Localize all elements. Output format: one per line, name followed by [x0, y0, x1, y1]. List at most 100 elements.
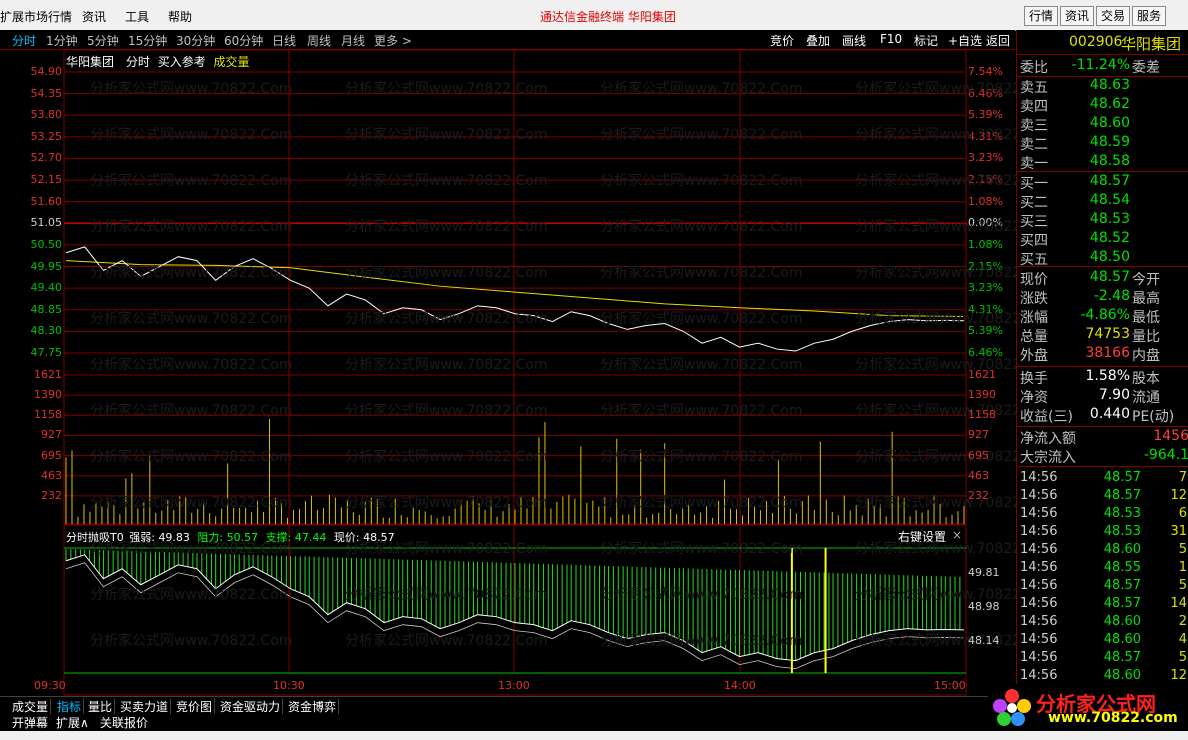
volume-tick-left: 695 [41, 448, 62, 462]
menu-news[interactable]: 资讯 [82, 8, 106, 25]
bottom-tabs: 成交量 指标 量比 买卖力道 竞价图 资金驱动力 资金博弈 [0, 696, 990, 715]
trade-button[interactable]: 交易 [1096, 6, 1131, 26]
stat2-row-label2: 流通 [1132, 390, 1160, 406]
bid-row-label: 买四 [1020, 233, 1048, 249]
time-tick: 15:00 [934, 679, 966, 692]
service-button[interactable]: 服务 [1132, 6, 1167, 26]
period-1min[interactable]: 1分钟 [46, 32, 78, 49]
menu-help[interactable]: 帮助 [168, 8, 192, 25]
period-30min[interactable]: 30分钟 [176, 32, 215, 49]
auction-button[interactable]: 竞价 [770, 32, 794, 49]
bid-row: 买一 48.57 [1017, 173, 1188, 192]
weibi-value: -11.24% [1071, 57, 1130, 73]
price-tick-left: 49.40 [30, 281, 63, 295]
watermark-text: 分析家公式网www.70822.Com [600, 541, 803, 557]
watermark-text: 分析家公式网www.70822.Com [600, 265, 803, 281]
watermark-text: 分析家公式网www.70822.Com [90, 311, 293, 327]
price-tick-left: 51.60 [30, 194, 63, 208]
volume-tick-left: 463 [41, 468, 62, 482]
period-5min[interactable]: 5分钟 [87, 32, 119, 49]
watermark-text: 分析家公式网www.70822.Com [345, 357, 548, 373]
period-month[interactable]: 月线 [341, 32, 365, 49]
toggle-extend[interactable]: 扩展∧ [56, 714, 89, 731]
price-tick-left: 54.35 [30, 86, 63, 100]
toggle-danmaku[interactable]: 开弹幕 [12, 714, 48, 731]
stat-row: 涨幅 -4.86% 最低 [1017, 307, 1188, 326]
period-week[interactable]: 周线 [307, 32, 331, 49]
tick-time: 14:56 [1020, 470, 1058, 485]
volume-tick-left: 927 [41, 428, 62, 442]
period-60min[interactable]: 60分钟 [224, 32, 263, 49]
tick-row: 14:56 48.57 5 [1017, 578, 1188, 596]
watermark-text: 分析家公式网www.70822.Com [90, 81, 293, 97]
quote-button[interactable]: 行情 [1024, 6, 1059, 26]
ask-row-label: 卖五 [1020, 80, 1048, 96]
menu-tools[interactable]: 工具 [125, 8, 149, 25]
tick-time: 14:56 [1020, 650, 1058, 665]
tick-volume: 12 [1170, 668, 1187, 683]
volume-tick-left: 1621 [34, 368, 62, 381]
stat2-row-value: 1.58% [1085, 368, 1130, 384]
news-button[interactable]: 资讯 [1060, 6, 1095, 26]
price-tick-left: 49.95 [30, 259, 63, 273]
tick-row: 14:56 48.57 14 [1017, 596, 1188, 614]
menu-extended-market[interactable]: 扩展市场行情 [0, 8, 72, 25]
chart-mode: 分时 [125, 55, 150, 69]
period-more[interactable]: 更多 > [374, 32, 412, 49]
related-quote[interactable]: 关联报价 [100, 714, 148, 731]
tick-time: 14:56 [1020, 668, 1058, 683]
tab-volume[interactable]: 成交量 [10, 698, 52, 715]
tick-row: 14:56 48.53 31 [1017, 524, 1188, 542]
stat-row: 总量 74753 量比 [1017, 326, 1188, 345]
tab-auction-chart[interactable]: 竞价图 [174, 698, 216, 715]
watermark-text: 分析家公式网www.70822.Com [345, 449, 548, 465]
tab-buy-sell-force[interactable]: 买卖力道 [118, 698, 172, 715]
watermark-text: 分析家公式网www.70822.Com [345, 633, 548, 649]
bid-row-value: 48.54 [1089, 192, 1130, 208]
stat-row-label2: 量比 [1132, 329, 1160, 345]
tick-volume: 4 [1178, 632, 1187, 647]
overlay-button[interactable]: 叠加 [806, 32, 830, 49]
stat2-row-label2: 股本 [1132, 371, 1160, 387]
back-button[interactable]: 返回 [986, 32, 1010, 49]
menu-bar: 扩展市场行情 资讯 工具 帮助 通达信金融终端 华阳集团 行情 资讯 交易 服务 [0, 0, 1188, 31]
tab-volume-ratio[interactable]: 量比 [86, 698, 116, 715]
mark-button[interactable]: 标记 [914, 32, 938, 49]
bid-row: 买五 48.50 [1017, 249, 1188, 268]
tab-indicator[interactable]: 指标 [55, 698, 85, 715]
stat-row-value: 48.57 [1089, 269, 1130, 285]
price-tick-left: 50.50 [30, 237, 63, 251]
watermark-text: 分析家公式网www.70822.Com [600, 127, 803, 143]
stock-name: 华阳集团 [66, 55, 115, 69]
bid-row-value: 48.50 [1089, 249, 1130, 265]
period-15min[interactable]: 15分钟 [128, 32, 167, 49]
ask-row: 卖五 48.63 [1017, 77, 1188, 96]
stock-title: 华阳集团 [1121, 35, 1182, 53]
watermark-text: 分析家公式网www.70822.Com [600, 449, 803, 465]
price-tick-left: 54.90 [30, 65, 63, 78]
tab-fund-drive[interactable]: 资金驱动力 [218, 698, 284, 715]
period-timeshare[interactable]: 分时 [12, 32, 36, 49]
volume-tick-left: 1158 [34, 408, 62, 422]
volume-tick-left: 1390 [34, 388, 62, 402]
stat-row-label: 涨幅 [1020, 310, 1048, 326]
watermark-text: 分析家公式网www.70822.Com [600, 173, 803, 189]
add-watchlist-button[interactable]: +自选 [948, 32, 982, 49]
pct-tick-right: 3.23% [968, 151, 1003, 165]
bid-row: 买二 48.54 [1017, 192, 1188, 211]
bid-row: 买四 48.52 [1017, 230, 1188, 249]
tab-fund-game[interactable]: 资金博弈 [286, 698, 340, 715]
draw-button[interactable]: 画线 [842, 32, 866, 49]
watermark-text: 分析家公式网www.70822.Com [600, 219, 803, 235]
ask-row: 卖三 48.60 [1017, 115, 1188, 134]
price-tick-left: 52.15 [30, 173, 63, 187]
watermark-text: 分析家公式网www.70822.Com [90, 173, 293, 189]
watermark-text: 分析家公式网www.70822.Com [90, 357, 293, 373]
tick-time: 14:56 [1020, 488, 1058, 503]
period-day[interactable]: 日线 [272, 32, 296, 49]
f10-button[interactable]: F10 [880, 32, 902, 46]
tick-time: 14:56 [1020, 578, 1058, 593]
tick-volume: 7 [1178, 470, 1187, 485]
flow-label: 净流入额 [1020, 431, 1076, 447]
quote-header: 002906 华阳集团 [1017, 30, 1188, 55]
